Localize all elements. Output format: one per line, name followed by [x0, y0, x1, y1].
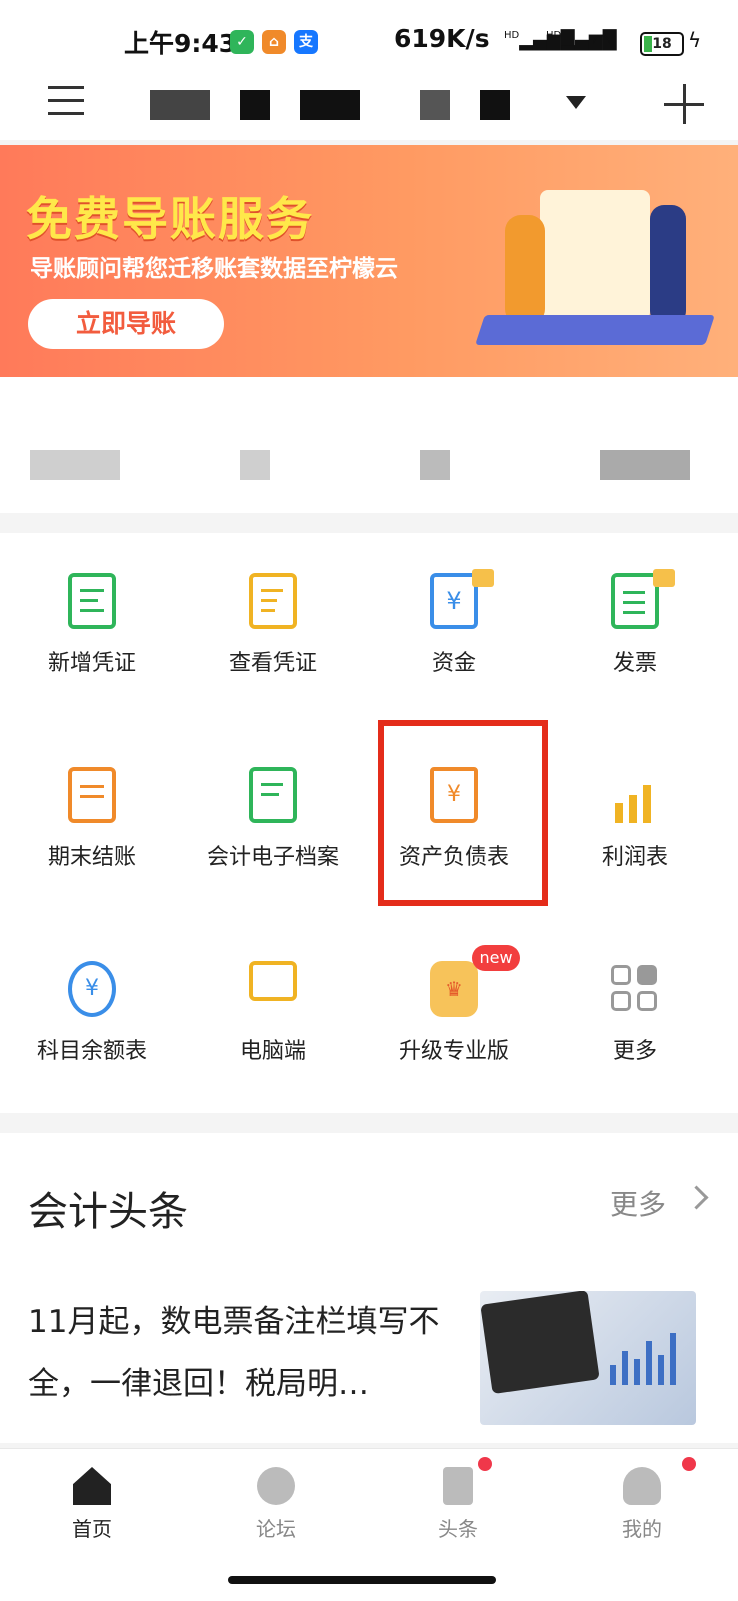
banner-laptop-icon: [475, 315, 715, 345]
wifi-icon: ◠: [592, 30, 612, 55]
news-thumbnail[interactable]: [480, 1291, 696, 1425]
nav-profile[interactable]: 我的: [582, 1467, 702, 1542]
calculator-image-icon: [480, 1291, 600, 1395]
home-indicator[interactable]: [228, 1576, 496, 1584]
crown-icon: [472, 569, 494, 587]
monitor-icon: [249, 961, 297, 1001]
tile-e-archive[interactable]: 会计电子档案: [181, 727, 365, 917]
home-app-icon: ⌂: [262, 30, 286, 54]
tile-label: 会计电子档案: [206, 845, 339, 870]
network-speed: 619K/s: [394, 24, 490, 53]
banner-subtitle: 导账顾问帮您迁移账套数据至柠檬云: [30, 256, 398, 282]
nav-label: 我的: [622, 1517, 662, 1541]
tile-trial-balance[interactable]: ¥ 科目余额表: [0, 921, 184, 1111]
person-icon: [623, 1467, 661, 1505]
status-time: 上午9:43: [124, 29, 237, 58]
tile-funds[interactable]: ¥ 资金: [362, 533, 546, 723]
crown-shield-icon: ♛: [430, 961, 478, 1017]
tile-label: 科目余额表: [36, 1039, 147, 1064]
menu-icon[interactable]: [48, 86, 88, 116]
calendar-check-icon: [68, 767, 116, 823]
view-voucher-icon: [249, 573, 297, 629]
promo-banner[interactable]: 免费导账服务 导账顾问帮您迁移账套数据至柠檬云 立即导账: [0, 145, 738, 377]
crown-icon: [653, 569, 675, 587]
banner-illustration: [540, 190, 650, 320]
nav-home[interactable]: 首页: [32, 1467, 152, 1542]
news-section: 会计头条 更多 11月起，数电票备注栏填写不全，一律退回！税局明…: [0, 1133, 738, 1443]
battery-level: 18: [652, 36, 672, 52]
tile-label: 升级专业版: [398, 1039, 509, 1064]
bar-chart-up-icon: [611, 767, 659, 823]
signal-label: HD: [504, 30, 520, 41]
grid-more-icon: [611, 961, 659, 1017]
nav-label: 头条: [438, 1517, 478, 1541]
banner-person-icon: [505, 215, 545, 325]
news-title: 会计头条: [28, 1189, 188, 1235]
coin-list-icon: ¥: [68, 961, 116, 1017]
notification-dot: [682, 1457, 696, 1471]
tile-income-statement[interactable]: 利润表: [543, 727, 727, 917]
nav-forum[interactable]: 论坛: [216, 1467, 336, 1542]
notification-dot: [478, 1457, 492, 1471]
home-icon: [73, 1467, 111, 1505]
tile-label: 电脑端: [239, 1039, 306, 1064]
tile-label: 查看凭证: [228, 651, 317, 676]
status-bar: 上午9:43 ✓ ⌂ 支 619K/s HD▂▄▆█ HD▂▄▆█ ◠ 18 ϟ: [0, 0, 738, 80]
nav-label: 论坛: [256, 1517, 296, 1541]
dropdown-caret-icon[interactable]: [566, 96, 586, 109]
tile-view-voucher[interactable]: 查看凭证: [181, 533, 365, 723]
tile-label: 更多: [612, 1039, 657, 1064]
charging-icon: ϟ: [688, 28, 702, 52]
battery-icon: 18: [640, 32, 684, 56]
archive-icon: [249, 767, 297, 823]
plus-icon[interactable]: [664, 84, 704, 124]
tile-label: 资金: [431, 651, 476, 676]
signal-label-2: HD: [546, 30, 562, 41]
tile-label: 发票: [612, 651, 657, 676]
tile-period-close[interactable]: 期末结账: [0, 727, 184, 917]
news-article-title[interactable]: 11月起，数电票备注栏填写不全，一律退回！税局明…: [28, 1291, 458, 1415]
banner-cta-button[interactable]: 立即导账: [28, 299, 224, 349]
chevron-right-icon[interactable]: [684, 1185, 709, 1210]
tile-label: 新增凭证: [47, 651, 136, 676]
invoice-icon: [611, 573, 659, 629]
nav-label: 首页: [72, 1517, 112, 1541]
chat-bubble-icon: [257, 1467, 295, 1505]
tile-label: 利润表: [601, 845, 668, 870]
top-header: [0, 80, 738, 140]
lemon-app-icon: ✓: [230, 30, 254, 54]
nav-headlines[interactable]: 头条: [398, 1467, 518, 1542]
tile-desktop[interactable]: 电脑端: [181, 921, 365, 1111]
tile-add-voucher[interactable]: 新增凭证: [0, 533, 184, 723]
new-badge: new: [472, 945, 520, 971]
yen-icon: ¥: [430, 573, 478, 629]
tile-upgrade-pro[interactable]: ♛ 升级专业版: [362, 921, 546, 1111]
add-voucher-icon: [68, 573, 116, 629]
alipay-icon: 支: [294, 30, 318, 54]
tile-invoice[interactable]: 发票: [543, 533, 727, 723]
banner-person-icon-2: [650, 205, 686, 325]
banner-title: 免费导账服务: [26, 192, 314, 246]
tile-more[interactable]: 更多: [543, 921, 727, 1111]
account-info-row: [0, 377, 738, 513]
tile-label: 期末结账: [47, 845, 136, 870]
book-icon: [443, 1467, 473, 1505]
news-more-link[interactable]: 更多: [610, 1183, 666, 1223]
highlight-box: [378, 720, 548, 906]
